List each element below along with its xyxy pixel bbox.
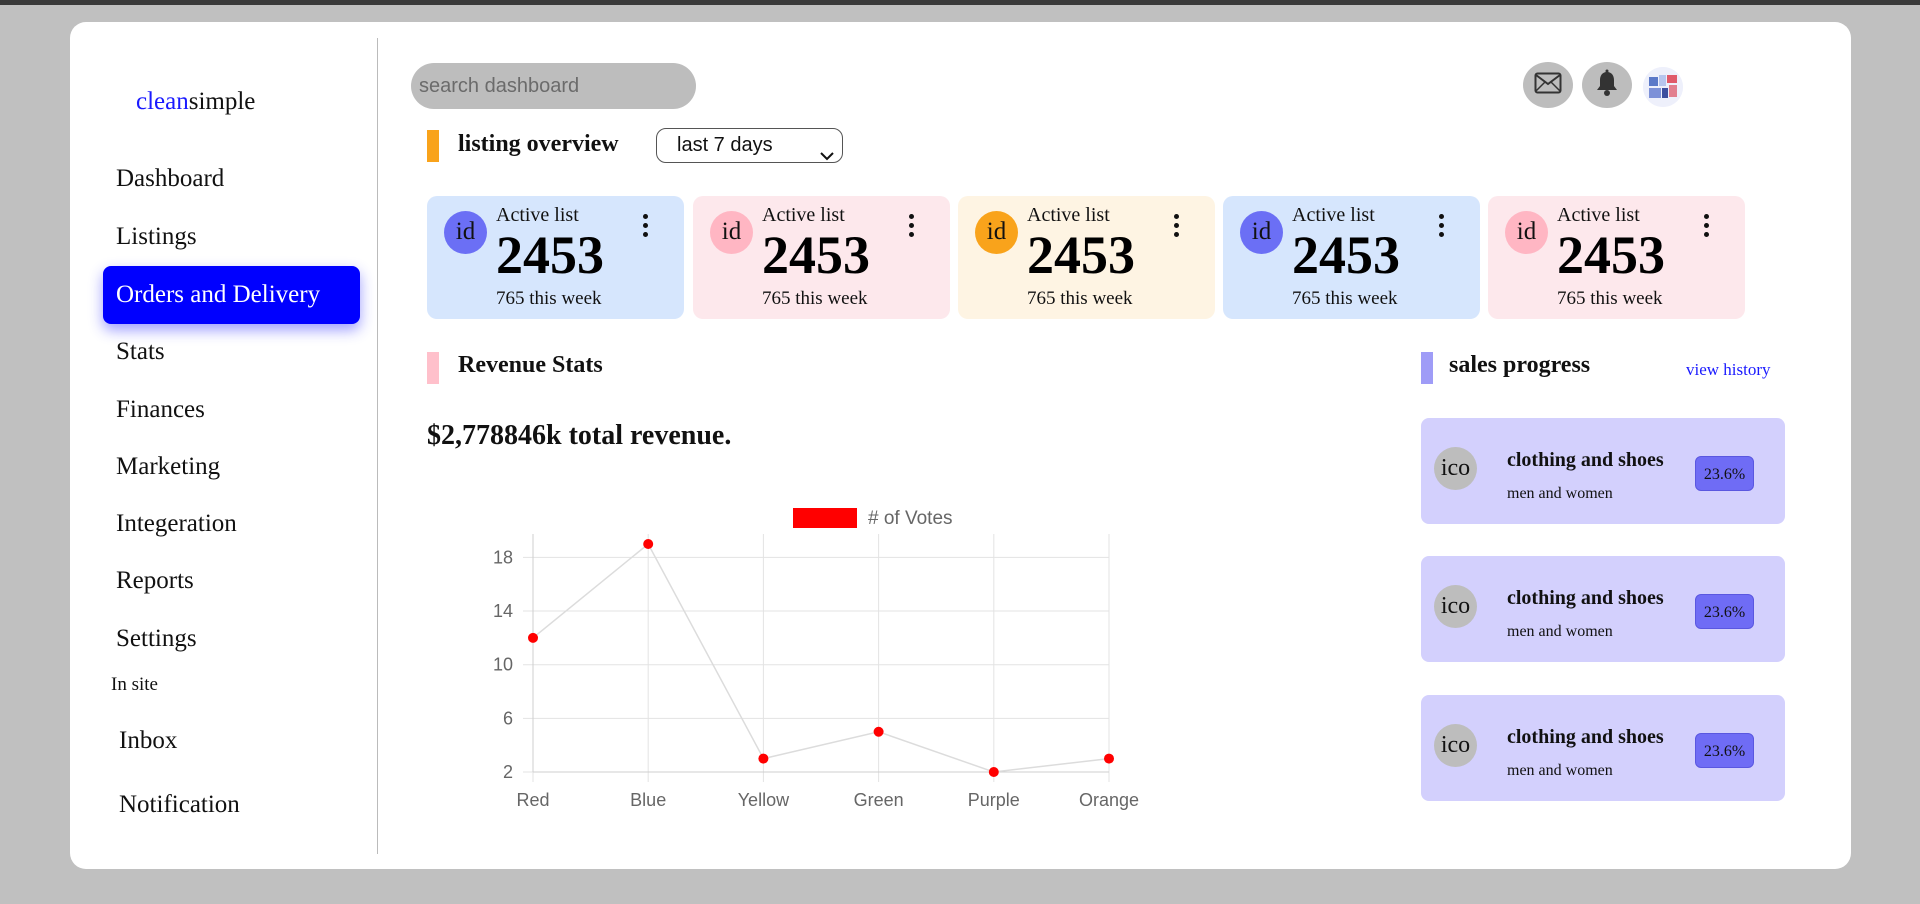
brand-logo[interactable]: cleansimple xyxy=(136,88,255,116)
more-options-icon[interactable] xyxy=(1704,214,1710,241)
chart-x-tick-label: Red xyxy=(516,790,549,810)
stat-card-icon: id xyxy=(444,211,487,254)
stat-card: id Active list 2453 765 this week xyxy=(958,196,1215,319)
revenue-accent-bar xyxy=(427,352,439,384)
stat-card-icon: id xyxy=(975,211,1018,254)
stat-card-subtext: 765 this week xyxy=(1027,288,1133,309)
chart-y-tick-label: 14 xyxy=(493,601,513,621)
overview-title: listing overview xyxy=(458,131,619,157)
sales-item-subtitle: men and women xyxy=(1507,485,1613,502)
sales-progress-item[interactable]: ico clothing and shoes men and women 23.6% xyxy=(1421,695,1785,801)
chart-y-tick-label: 10 xyxy=(493,655,513,675)
chart-data-point xyxy=(758,753,769,764)
sidebar-item-reports[interactable]: Reports xyxy=(116,552,194,610)
chart-x-tick-label: Yellow xyxy=(738,790,790,810)
stat-card-value: 2453 xyxy=(762,225,870,285)
stat-card-subtext: 765 this week xyxy=(1292,288,1398,309)
sidebar-item-listings[interactable]: Listings xyxy=(116,208,197,266)
revenue-title: Revenue Stats xyxy=(458,352,603,378)
sales-item-subtitle: men and women xyxy=(1507,762,1613,779)
mail-button[interactable] xyxy=(1523,62,1573,108)
chart-y-tick-label: 18 xyxy=(493,547,513,567)
sales-item-title: clothing and shoes xyxy=(1507,726,1664,748)
more-options-icon[interactable] xyxy=(1439,214,1445,241)
chart-data-point xyxy=(528,632,538,643)
stat-card: id Active list 2453 765 this week xyxy=(1223,196,1480,319)
sales-progress-item[interactable]: ico clothing and shoes men and women 23.6% xyxy=(1421,556,1785,662)
overview-accent-bar xyxy=(427,130,439,162)
chart-x-tick-label: Orange xyxy=(1079,790,1139,810)
chart-data-point xyxy=(988,767,999,777)
period-select[interactable]: last 7 days xyxy=(656,128,843,163)
sales-item-percent-badge: 23.6% xyxy=(1695,733,1754,768)
sales-item-title: clothing and shoes xyxy=(1507,587,1664,609)
chart-data-point xyxy=(1104,753,1114,764)
bell-icon xyxy=(1594,69,1620,102)
search-input[interactable] xyxy=(411,63,696,109)
view-history-link[interactable]: view history xyxy=(1686,360,1771,380)
stat-card-icon: id xyxy=(710,211,753,254)
brand-part-1: clean xyxy=(136,88,189,115)
chart-legend-label: # of Votes xyxy=(868,508,953,529)
chart-x-tick-label: Blue xyxy=(630,790,666,810)
sales-item-title: clothing and shoes xyxy=(1507,449,1664,471)
more-options-icon[interactable] xyxy=(1174,214,1180,241)
window-top-bar xyxy=(0,0,1920,5)
brand-part-2: simple xyxy=(188,88,256,115)
sales-item-percent-badge: 23.6% xyxy=(1695,456,1754,491)
chart-data-point xyxy=(873,726,884,737)
sales-progress-item[interactable]: ico clothing and shoes men and women 23.6% xyxy=(1421,418,1785,524)
stat-card-value: 2453 xyxy=(1292,225,1400,285)
chart-y-tick-label: 2 xyxy=(503,762,513,782)
chart-series-line xyxy=(532,542,1110,773)
sales-item-percent-badge: 23.6% xyxy=(1695,594,1754,629)
chart-x-tick-label: Purple xyxy=(968,790,1020,810)
period-select-value: last 7 days xyxy=(677,134,773,156)
stat-card-subtext: 765 this week xyxy=(496,288,602,309)
stat-card-subtext: 765 this week xyxy=(762,288,868,309)
avatar-image[interactable] xyxy=(1643,67,1683,107)
stat-card-value: 2453 xyxy=(496,225,604,285)
sidebar-item-orders-and-delivery[interactable]: Orders and Delivery xyxy=(103,266,360,324)
notification-button[interactable] xyxy=(1582,62,1632,108)
sidebar-item-integeration[interactable]: Integeration xyxy=(116,495,237,553)
chart-y-tick-label: 6 xyxy=(503,708,513,728)
dashboard-card: cleansimple Dashboard Listings Orders an… xyxy=(70,22,1851,869)
sidebar-item-settings[interactable]: Settings xyxy=(116,610,197,668)
sidebar-item-marketing[interactable]: Marketing xyxy=(116,438,220,496)
sidebar-item-notification[interactable]: Notification xyxy=(119,776,240,834)
sidebar-section-in-site: In site xyxy=(111,674,158,695)
sales-item-subtitle: men and women xyxy=(1507,623,1613,640)
more-options-icon[interactable] xyxy=(643,214,649,241)
stat-card-icon: id xyxy=(1240,211,1283,254)
more-options-icon[interactable] xyxy=(909,214,915,241)
chart-x-tick-label: Green xyxy=(854,790,904,810)
stat-card: id Active list 2453 765 this week xyxy=(427,196,684,319)
stat-card-icon: id xyxy=(1505,211,1548,254)
revenue-chart: 2 6 10 14 18 Red Blue Yellow Green Purple Orange # … xyxy=(493,508,1139,810)
sales-title: sales progress xyxy=(1449,352,1591,378)
sidebar-divider xyxy=(377,38,378,854)
sales-accent-bar xyxy=(1421,352,1433,384)
category-icon: ico xyxy=(1434,585,1477,628)
stat-card: id Active list 2453 765 this week xyxy=(693,196,950,319)
sidebar-item-inbox[interactable]: Inbox xyxy=(119,712,177,770)
mail-icon xyxy=(1534,72,1562,99)
sidebar-item-finances[interactable]: Finances xyxy=(116,381,205,439)
sidebar-item-stats[interactable]: Stats xyxy=(116,323,165,381)
stat-card-value: 2453 xyxy=(1557,225,1665,285)
stat-card-value: 2453 xyxy=(1027,225,1135,285)
total-revenue: $2,778846k total revenue. xyxy=(427,420,732,451)
sidebar-item-dashboard[interactable]: Dashboard xyxy=(116,150,224,208)
category-icon: ico xyxy=(1434,447,1477,490)
chevron-down-icon xyxy=(820,139,834,171)
chart-data-point xyxy=(643,539,654,549)
category-icon: ico xyxy=(1434,724,1477,767)
stat-card: id Active list 2453 765 this week xyxy=(1488,196,1745,319)
chart-legend-swatch xyxy=(793,508,857,528)
stat-card-subtext: 765 this week xyxy=(1557,288,1663,309)
